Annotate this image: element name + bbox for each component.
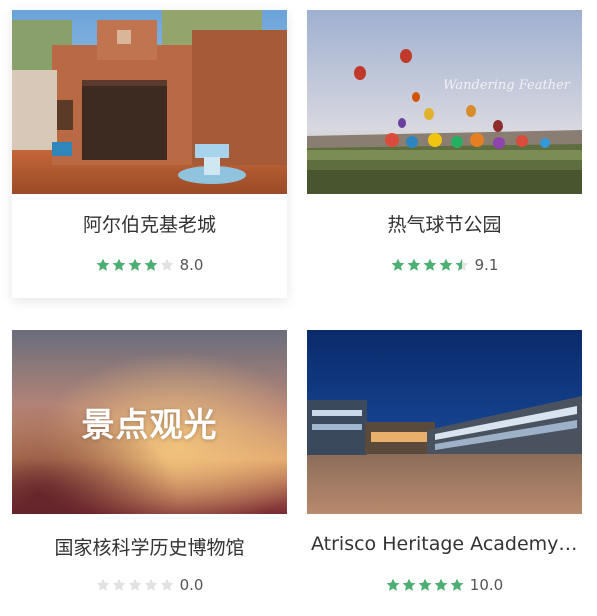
rating-score: 0.0 xyxy=(179,576,204,594)
attraction-card-old-town[interactable]: 阿尔伯克基老城 8.0 xyxy=(12,10,287,298)
attraction-card-nuclear-museum[interactable]: 景点观光 国家核科学历史博物馆 0.0 xyxy=(12,330,287,610)
star-empty-icon xyxy=(96,578,109,591)
star-rating xyxy=(391,258,469,272)
star-rating xyxy=(386,578,464,592)
star-filled-icon xyxy=(450,578,464,591)
rating-score: 9.1 xyxy=(474,256,499,274)
balloon-fiesta-photo: Wandering Feather xyxy=(307,10,582,194)
rating-row: 0.0 xyxy=(12,576,287,594)
star-filled-icon xyxy=(391,258,404,271)
attraction-title[interactable]: 阿尔伯克基老城 xyxy=(12,210,287,237)
star-filled-icon xyxy=(418,578,432,591)
school-building-night-photo xyxy=(307,330,582,514)
star-empty-icon xyxy=(160,258,173,271)
attraction-title[interactable]: 国家核科学历史博物馆 xyxy=(12,533,287,560)
star-empty-icon xyxy=(112,578,125,591)
placeholder-overlay-text: 景点观光 xyxy=(81,405,218,444)
rating-row: 8.0 xyxy=(12,256,287,274)
star-filled-icon xyxy=(407,258,420,271)
star-half-icon xyxy=(455,258,468,271)
rating-row: 10.0 xyxy=(307,576,582,594)
blurred-placeholder: 景点观光 xyxy=(12,330,287,514)
rating-score: 8.0 xyxy=(179,256,204,274)
star-empty-icon xyxy=(144,578,157,591)
star-filled-icon xyxy=(439,258,452,271)
rating-score: 10.0 xyxy=(469,576,504,594)
star-filled-icon xyxy=(96,258,109,271)
star-filled-icon xyxy=(112,258,125,271)
star-empty-icon xyxy=(128,578,141,591)
star-filled-icon xyxy=(434,578,448,591)
old-town-adobe-photo xyxy=(12,10,287,194)
attraction-title[interactable]: 热气球节公园 xyxy=(307,210,582,237)
attraction-title[interactable]: Atrisco Heritage Academy H... xyxy=(307,533,582,555)
star-filled-icon xyxy=(423,258,436,271)
attraction-card-balloon-park[interactable]: Wandering Feather 热气球节公园 9.1 xyxy=(307,10,582,298)
star-rating xyxy=(96,578,174,592)
rating-row: 9.1 xyxy=(307,256,582,274)
star-empty-icon xyxy=(160,578,173,591)
star-filled-icon xyxy=(144,258,157,271)
photo-watermark: Wandering Feather xyxy=(443,78,570,93)
star-filled-icon xyxy=(128,258,141,271)
star-rating xyxy=(96,258,174,272)
attraction-card-atrisco-academy[interactable]: Atrisco Heritage Academy H... 10.0 xyxy=(307,330,582,610)
star-filled-icon xyxy=(402,578,416,591)
star-filled-icon xyxy=(386,578,400,591)
